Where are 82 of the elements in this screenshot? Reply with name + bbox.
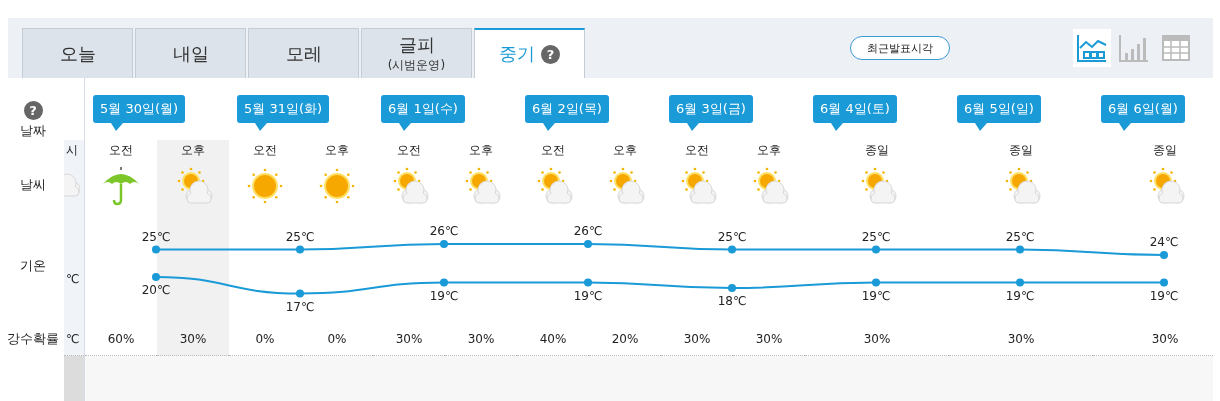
- date-callout: 6월 6일(월): [1101, 95, 1185, 131]
- precipitation-value: ℃: [66, 331, 80, 346]
- period-label: 오후: [757, 141, 781, 159]
- data-point: [872, 278, 880, 287]
- temperature-label: 25℃: [861, 229, 891, 244]
- view-button[interactable]: [1073, 29, 1111, 67]
- precipitation-value: 30%: [179, 331, 207, 346]
- period-label: 오전: [541, 141, 565, 159]
- temperature-label: 17℃: [285, 299, 315, 314]
- temperature-label: 25℃: [717, 229, 747, 244]
- temperature-label: 19℃: [1149, 288, 1179, 303]
- data-point: [1016, 278, 1024, 287]
- precipitation-value: 30%: [755, 331, 783, 346]
- precipitation-value: 30%: [863, 331, 891, 346]
- row-label: 날짜: [20, 122, 46, 140]
- date-callout: 6월 5일(일): [957, 95, 1041, 131]
- period-label: 오후: [613, 141, 637, 159]
- tab[interactable]: 오늘: [22, 28, 133, 78]
- help-icon[interactable]: ?: [541, 44, 560, 64]
- row-label: 날씨: [20, 176, 46, 194]
- temperature-label: 19℃: [861, 288, 891, 303]
- data-point: [584, 278, 592, 287]
- temperature-label: ℃: [66, 272, 80, 286]
- precipitation-value: 30%: [467, 331, 495, 346]
- period-label: 오전: [253, 141, 277, 159]
- temperature-label: 25℃: [141, 229, 171, 244]
- temperature-label: 19℃: [1005, 288, 1035, 303]
- precipitation-value: 30%: [1151, 331, 1179, 346]
- row-label: 기온: [20, 257, 46, 275]
- tab[interactable]: 중기 ?: [474, 28, 585, 78]
- period-label: 시: [66, 141, 78, 159]
- temperature-label: 24℃: [1149, 235, 1179, 249]
- date-callout: 6월 1일(수): [381, 95, 465, 131]
- date-callout: 6월 3일(금): [669, 95, 753, 131]
- data-point: [296, 289, 304, 298]
- period-label: 종일: [1153, 141, 1177, 159]
- data-point: [872, 245, 880, 254]
- precipitation-value: 0%: [327, 331, 347, 346]
- precipitation-value: 0%: [255, 331, 275, 346]
- data-point: [1160, 251, 1168, 259]
- period-label: 오전: [685, 141, 709, 159]
- temperature-label: 19℃: [429, 288, 459, 303]
- help-icon[interactable]: ?: [23, 101, 43, 120]
- data-point: [728, 284, 736, 292]
- data-point: [584, 240, 592, 248]
- data-point: [440, 278, 448, 287]
- date-callout: 6월 2일(목): [525, 95, 609, 131]
- temperature-label: 26℃: [573, 224, 603, 238]
- precipitation-value: 30%: [683, 331, 711, 346]
- period-label: 오후: [181, 141, 205, 159]
- date-callout: 5월 31일(화): [237, 95, 330, 131]
- period-label: 오후: [469, 141, 493, 159]
- temperature-label: 19℃: [573, 288, 603, 303]
- tab[interactable]: 내일: [135, 28, 246, 78]
- period-label: 오전: [397, 141, 421, 159]
- data-point: [152, 245, 160, 254]
- latest-release-button[interactable]: 최근발표시각: [850, 36, 950, 60]
- temperature-label: 26℃: [429, 224, 459, 238]
- data-point: [440, 240, 448, 248]
- period-label: 종일: [865, 141, 889, 159]
- temperature-label: 25℃: [1005, 229, 1035, 244]
- period-label: 오전: [109, 141, 133, 159]
- data-point: [1016, 245, 1024, 254]
- precipitation-value: 20%: [611, 331, 639, 346]
- date-callout: 5월 30일(월): [93, 95, 186, 131]
- precipitation-value: 40%: [539, 331, 567, 346]
- tab[interactable]: 글피 (시범운영): [361, 28, 472, 78]
- period-label: 오후: [325, 141, 349, 159]
- tab[interactable]: 모레: [248, 28, 359, 78]
- temperature-label: 18℃: [717, 294, 747, 308]
- data-point: [296, 245, 304, 254]
- data-point: [152, 273, 160, 281]
- data-point: [1160, 278, 1168, 287]
- precipitation-value: 30%: [1007, 331, 1035, 346]
- data-point: [728, 245, 736, 254]
- temperature-label: 20℃: [141, 283, 171, 297]
- date-callout: 6월 4일(토): [813, 95, 897, 131]
- period-label: 종일: [1009, 141, 1033, 159]
- precipitation-value: 30%: [395, 331, 423, 346]
- temperature-label: 25℃: [285, 229, 315, 244]
- precipitation-value: 60%: [107, 331, 135, 346]
- row-label: 강수확률: [8, 330, 59, 348]
